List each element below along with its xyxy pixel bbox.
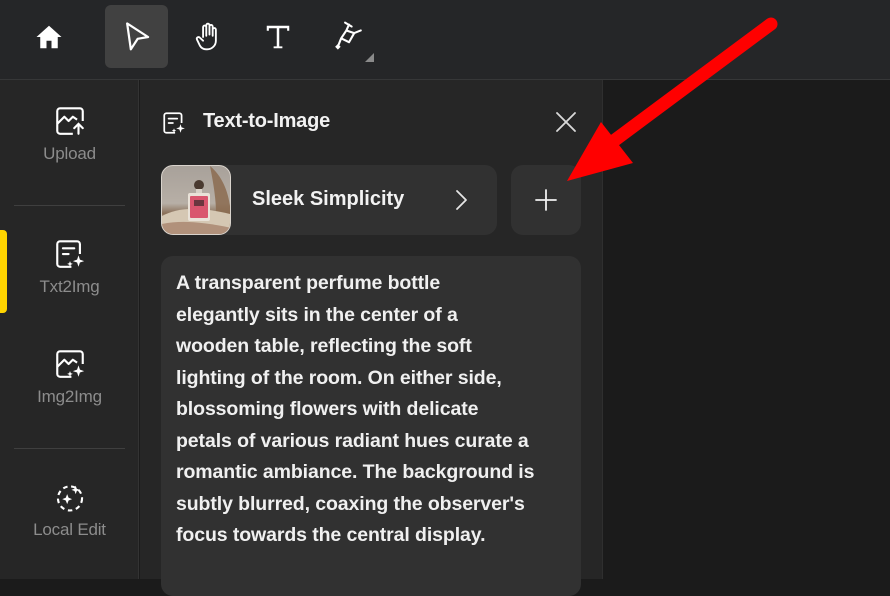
style-name: Sleek Simplicity: [252, 188, 405, 210]
sidebar-item-label: Img2Img: [37, 387, 102, 406]
sidebar-item-label: Upload: [43, 144, 96, 163]
left-sidebar: Upload Txt2Img Img2Img Local Edit: [0, 80, 139, 579]
sidebar-item-label: Local Edit: [33, 520, 106, 539]
plus-icon: [535, 189, 557, 211]
close-icon: [556, 112, 576, 132]
sidebar-item-label: Txt2Img: [39, 277, 100, 296]
text-sparkle-icon: [163, 112, 185, 134]
text-sparkle-icon: [55, 240, 84, 268]
pointer-arrow-icon: [125, 21, 149, 50]
hand-icon: [195, 22, 217, 50]
image-upload-icon: [55, 107, 84, 135]
home-button[interactable]: [17, 5, 80, 68]
sidebar-divider: [14, 448, 125, 449]
home-icon: [36, 25, 61, 48]
submenu-indicator-icon: [365, 53, 374, 62]
text-tool-button[interactable]: [246, 5, 309, 68]
perfume-bottle-thumbnail: [161, 165, 231, 235]
sidebar-item-upload[interactable]: Upload: [0, 104, 139, 194]
add-style-button[interactable]: [511, 165, 581, 235]
close-panel-button[interactable]: [554, 110, 578, 139]
canvas-area[interactable]: [603, 80, 890, 579]
prompt-textarea[interactable]: A transparent perfume bottle elegantly s…: [161, 256, 581, 596]
pan-tool-button[interactable]: [176, 5, 239, 68]
highlighter-tool-button[interactable]: [317, 5, 380, 68]
panel-title: Text-to-Image: [203, 110, 331, 132]
sidebar-divider: [14, 205, 125, 206]
dashed-circle-sparkle-icon: [56, 485, 83, 512]
style-selector[interactable]: Sleek Simplicity: [161, 165, 497, 235]
top-toolbar: [0, 0, 890, 80]
sidebar-item-img2img[interactable]: Img2Img: [0, 347, 139, 437]
select-tool-button[interactable]: [105, 5, 168, 68]
image-sparkle-icon: [55, 350, 84, 378]
text-t-icon: [266, 25, 289, 48]
sidebar-item-local-edit[interactable]: Local Edit: [0, 480, 139, 570]
chevron-right-icon: [456, 190, 467, 210]
text-to-image-panel: Text-to-Image Sleek Simplicity A transpa…: [140, 80, 603, 596]
sidebar-item-txt2img[interactable]: Txt2Img: [0, 237, 139, 327]
highlighter-icon: [334, 21, 362, 50]
prompt-text[interactable]: A transparent perfume bottle elegantly s…: [176, 268, 567, 552]
thumbnail-image: [162, 166, 230, 234]
